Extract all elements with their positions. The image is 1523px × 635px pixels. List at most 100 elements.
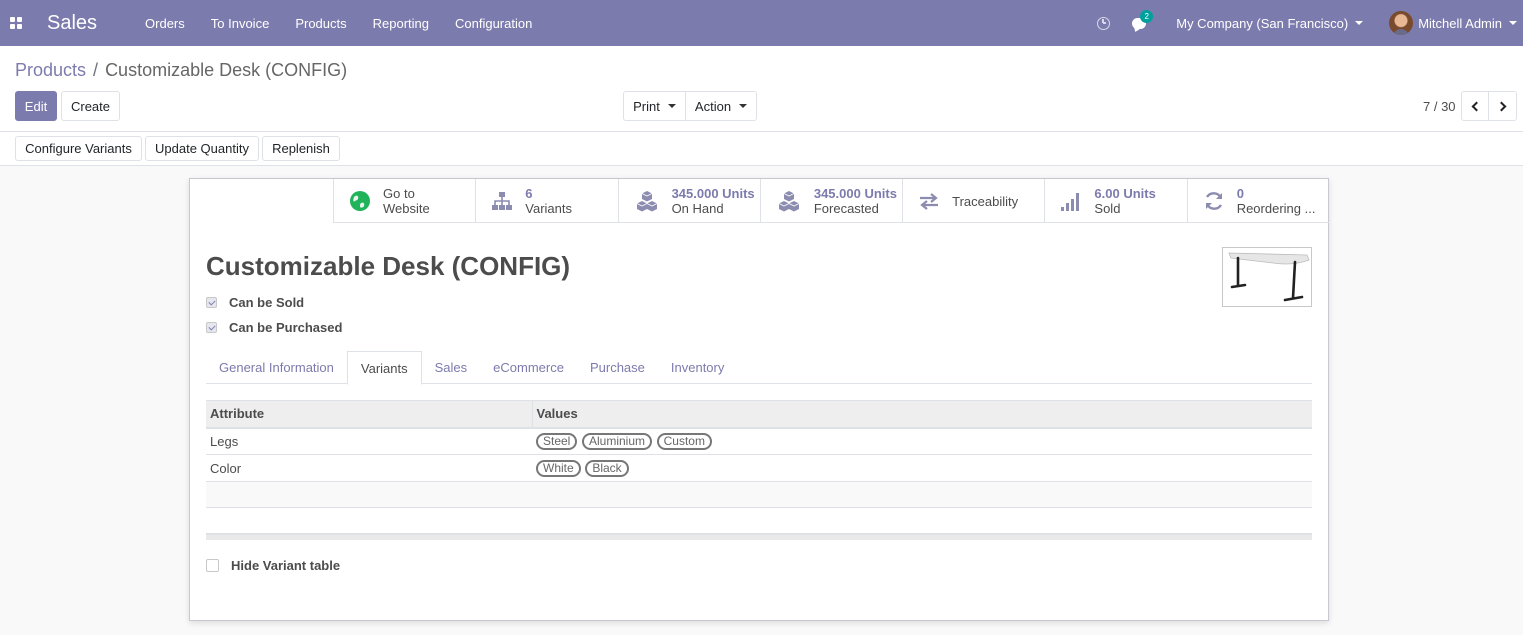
pager-next-button[interactable] <box>1488 91 1517 121</box>
variants-table: Attribute Values Legs Steel Aluminium Cu… <box>206 400 1312 534</box>
variants-smart-button[interactable]: 6 Variants <box>475 179 617 223</box>
tab-general-information[interactable]: General Information <box>206 351 347 384</box>
can-be-purchased-label: Can be Purchased <box>229 320 343 335</box>
tab-purchase[interactable]: Purchase <box>577 351 658 384</box>
cubes-icon <box>778 191 800 212</box>
values-cell: White Black <box>532 454 1312 482</box>
menu-reporting[interactable]: Reporting <box>373 16 429 31</box>
caret-down-icon <box>667 104 676 108</box>
attribute-cell: Legs <box>206 427 532 455</box>
action-label: Action <box>694 98 732 114</box>
can-be-purchased-row: Can be Purchased <box>206 320 342 335</box>
reordering-value: 0 <box>1236 186 1244 201</box>
company-name: My Company (San Francisco) <box>1176 15 1349 31</box>
empty-table-row <box>206 481 1312 508</box>
clock-icon[interactable] <box>1097 16 1111 30</box>
hide-variant-table-label: Hide Variant table <box>231 558 341 573</box>
table-footer <box>206 534 1312 540</box>
column-header-attribute[interactable]: Attribute <box>206 400 533 429</box>
values-cell: Steel Aluminium Custom <box>532 427 1312 455</box>
breadcrumb-products[interactable]: Products <box>15 60 86 81</box>
replenish-button[interactable]: Replenish <box>262 136 340 161</box>
cubes-icon <box>636 191 657 212</box>
caret-down-icon <box>739 104 748 108</box>
avatar <box>1389 11 1414 35</box>
apps-grid-icon[interactable] <box>1 0 31 46</box>
signal-icon <box>1061 193 1080 211</box>
traceability-smart-button[interactable]: Traceability <box>902 179 1044 223</box>
forecasted-label: Forecasted <box>813 201 879 216</box>
menu-products[interactable]: Products <box>295 16 346 31</box>
create-button[interactable]: Create <box>61 91 120 121</box>
value-tag: Aluminium <box>581 432 652 450</box>
table-row[interactable]: Color White Black <box>206 454 1312 482</box>
print-dropdown[interactable]: Print <box>623 91 686 121</box>
column-header-values[interactable]: Values <box>532 400 1312 429</box>
company-switcher[interactable]: My Company (San Francisco) <box>1176 15 1364 31</box>
value-tag: White <box>536 459 581 477</box>
messaging-menu[interactable]: 2 <box>1132 9 1154 29</box>
action-dropdown[interactable]: Action <box>685 91 757 121</box>
forecasted-smart-button[interactable]: 345.000 Units Forecasted <box>759 179 902 223</box>
caret-down-icon <box>1355 21 1364 25</box>
chevron-right-icon <box>1496 101 1506 111</box>
app-name[interactable]: Sales <box>47 12 97 35</box>
form-sheet: Go to Website 6 Variants 345.000 Units O… <box>189 178 1329 621</box>
chat-count-badge: 2 <box>1140 9 1154 23</box>
edit-button[interactable]: Edit <box>15 91 57 121</box>
tab-variants[interactable]: Variants <box>346 351 422 385</box>
form-statusbar: Configure Variants Update Quantity Reple… <box>0 132 1523 166</box>
value-tag: Custom <box>656 432 712 450</box>
variants-count: 6 <box>525 186 533 201</box>
pager-previous-button[interactable] <box>1461 91 1489 121</box>
menu-configuration[interactable]: Configuration <box>455 16 532 31</box>
table-row[interactable]: Legs Steel Aluminium Custom <box>206 427 1312 455</box>
can-be-sold-checkbox[interactable] <box>206 297 217 308</box>
tab-ecommerce[interactable]: eCommerce <box>480 351 577 384</box>
pager-value[interactable]: 7 / 30 <box>1423 99 1456 114</box>
hide-variant-table-checkbox[interactable] <box>206 559 219 572</box>
traceability-label: Traceability <box>952 193 1019 209</box>
print-label: Print <box>633 98 660 114</box>
breadcrumb-separator: / <box>93 60 99 80</box>
can-be-sold-row: Can be Sold <box>206 295 304 310</box>
top-navbar: Sales Orders To Invoice Products Reporti… <box>0 0 1523 46</box>
reordering-smart-button[interactable]: 0 Reordering ... <box>1186 179 1329 223</box>
product-name[interactable]: Customizable Desk (CONFIG) <box>206 251 570 282</box>
sold-label: Sold <box>1094 201 1121 216</box>
menu-to-invoice[interactable]: To Invoice <box>211 16 270 31</box>
on-hand-value: 345.000 Units <box>671 186 755 201</box>
user-menu[interactable]: Mitchell Admin <box>1389 11 1517 35</box>
value-tag: Steel <box>536 432 578 450</box>
website-line1: Go to <box>383 186 415 201</box>
table-header-row: Attribute Values <box>206 400 1312 429</box>
sitemap-icon <box>492 192 513 210</box>
reordering-label: Reordering ... <box>1236 201 1316 216</box>
chevron-left-icon <box>1471 101 1482 111</box>
user-name: Mitchell Admin <box>1418 15 1502 31</box>
variants-label: Variants <box>525 201 573 216</box>
configure-variants-button[interactable]: Configure Variants <box>15 136 142 161</box>
desk-image <box>1228 252 1310 302</box>
website-line2: Website <box>383 201 430 216</box>
update-quantity-button[interactable]: Update Quantity <box>145 136 259 161</box>
value-tag: Black <box>585 459 629 477</box>
refresh-icon <box>1205 192 1222 210</box>
forecasted-value: 345.000 Units <box>813 186 897 201</box>
on-hand-smart-button[interactable]: 345.000 Units On Hand <box>617 179 760 223</box>
smart-button-box: Go to Website 6 Variants 345.000 Units O… <box>333 179 1329 223</box>
empty-table-row <box>206 507 1312 534</box>
globe-icon <box>350 191 370 211</box>
menu-orders[interactable]: Orders <box>145 16 185 31</box>
product-image[interactable] <box>1222 247 1312 307</box>
caret-down-icon <box>1509 21 1517 25</box>
exchange-icon <box>920 193 939 210</box>
sold-smart-button[interactable]: 6.00 Units Sold <box>1044 179 1186 223</box>
can-be-sold-label: Can be Sold <box>229 295 305 310</box>
tab-sales[interactable]: Sales <box>422 351 481 384</box>
can-be-purchased-checkbox[interactable] <box>206 322 217 333</box>
tab-inventory[interactable]: Inventory <box>658 351 737 384</box>
breadcrumb-current: Customizable Desk (CONFIG) <box>105 60 348 80</box>
website-smart-button[interactable]: Go to Website <box>333 179 475 223</box>
hide-variant-table-row: Hide Variant table <box>206 558 340 573</box>
